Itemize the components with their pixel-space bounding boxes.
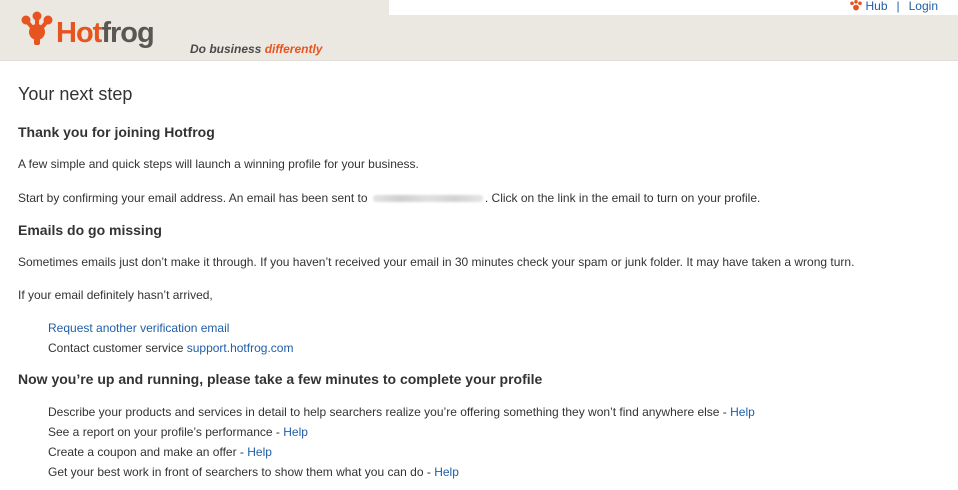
profile-item: See a report on your profile’s performan… <box>48 425 308 439</box>
confirm-email-text: Start by confirming your email address. … <box>18 191 760 205</box>
profile-item-text: Create a coupon and make an offer - <box>48 445 248 459</box>
confirm-after: . Click on the link in the email to turn… <box>484 191 761 205</box>
page-title: Your next step <box>18 84 133 104</box>
contact-row: Contact customer service support.hotfrog… <box>48 341 293 355</box>
site-header: Hotfrog Do business differently Hub | Lo… <box>0 0 958 61</box>
redacted-email <box>372 195 483 203</box>
missing-text: Sometimes emails just don’t make it thro… <box>18 255 855 269</box>
resend-verification-link[interactable]: Request another verification email <box>48 321 229 335</box>
frog-foot-icon <box>21 11 53 45</box>
logo-frog: frog <box>101 17 154 49</box>
help-link[interactable]: Help <box>434 465 459 479</box>
hub-frog-icon <box>850 0 863 11</box>
profile-item-text: Get your best work in front of searchers… <box>48 465 435 479</box>
profile-item-text: See a report on your profile’s performan… <box>48 425 284 439</box>
tagline-accent: differently <box>264 42 323 56</box>
not-arrived-text: If your email definitely hasn’t arrived, <box>18 288 213 302</box>
logo-tagline: Do business differently <box>190 42 322 56</box>
welcome-intro: A few simple and quick steps will launch… <box>18 157 419 171</box>
link-separator: | <box>896 0 900 13</box>
profile-item: Describe your products and services in d… <box>48 405 755 419</box>
logo-wordmark: Hotfrog <box>56 17 155 49</box>
hub-link[interactable]: Hub <box>865 0 887 13</box>
contact-text: Contact customer service <box>48 341 187 355</box>
welcome-heading: Thank you for joining Hotfrog <box>18 124 215 140</box>
logo-hot: Hot <box>56 17 102 49</box>
top-links: Hub | Login <box>849 0 938 13</box>
help-link[interactable]: Help <box>283 425 308 439</box>
profile-item: Create a coupon and make an offer - Help <box>48 445 272 459</box>
profile-heading: Now you’re up and running, please take a… <box>18 371 543 387</box>
help-link[interactable]: Help <box>247 445 272 459</box>
login-link[interactable]: Login <box>909 0 938 13</box>
support-link[interactable]: support.hotfrog.com <box>187 341 294 355</box>
missing-heading: Emails do go missing <box>18 222 162 238</box>
resend-row: Request another verification email <box>48 321 229 335</box>
profile-item-text: Describe your products and services in d… <box>48 405 731 419</box>
profile-item: Get your best work in front of searchers… <box>48 465 459 479</box>
tagline-text: Do business <box>190 42 265 56</box>
confirm-before: Start by confirming your email address. … <box>18 191 368 205</box>
help-link[interactable]: Help <box>730 405 755 419</box>
